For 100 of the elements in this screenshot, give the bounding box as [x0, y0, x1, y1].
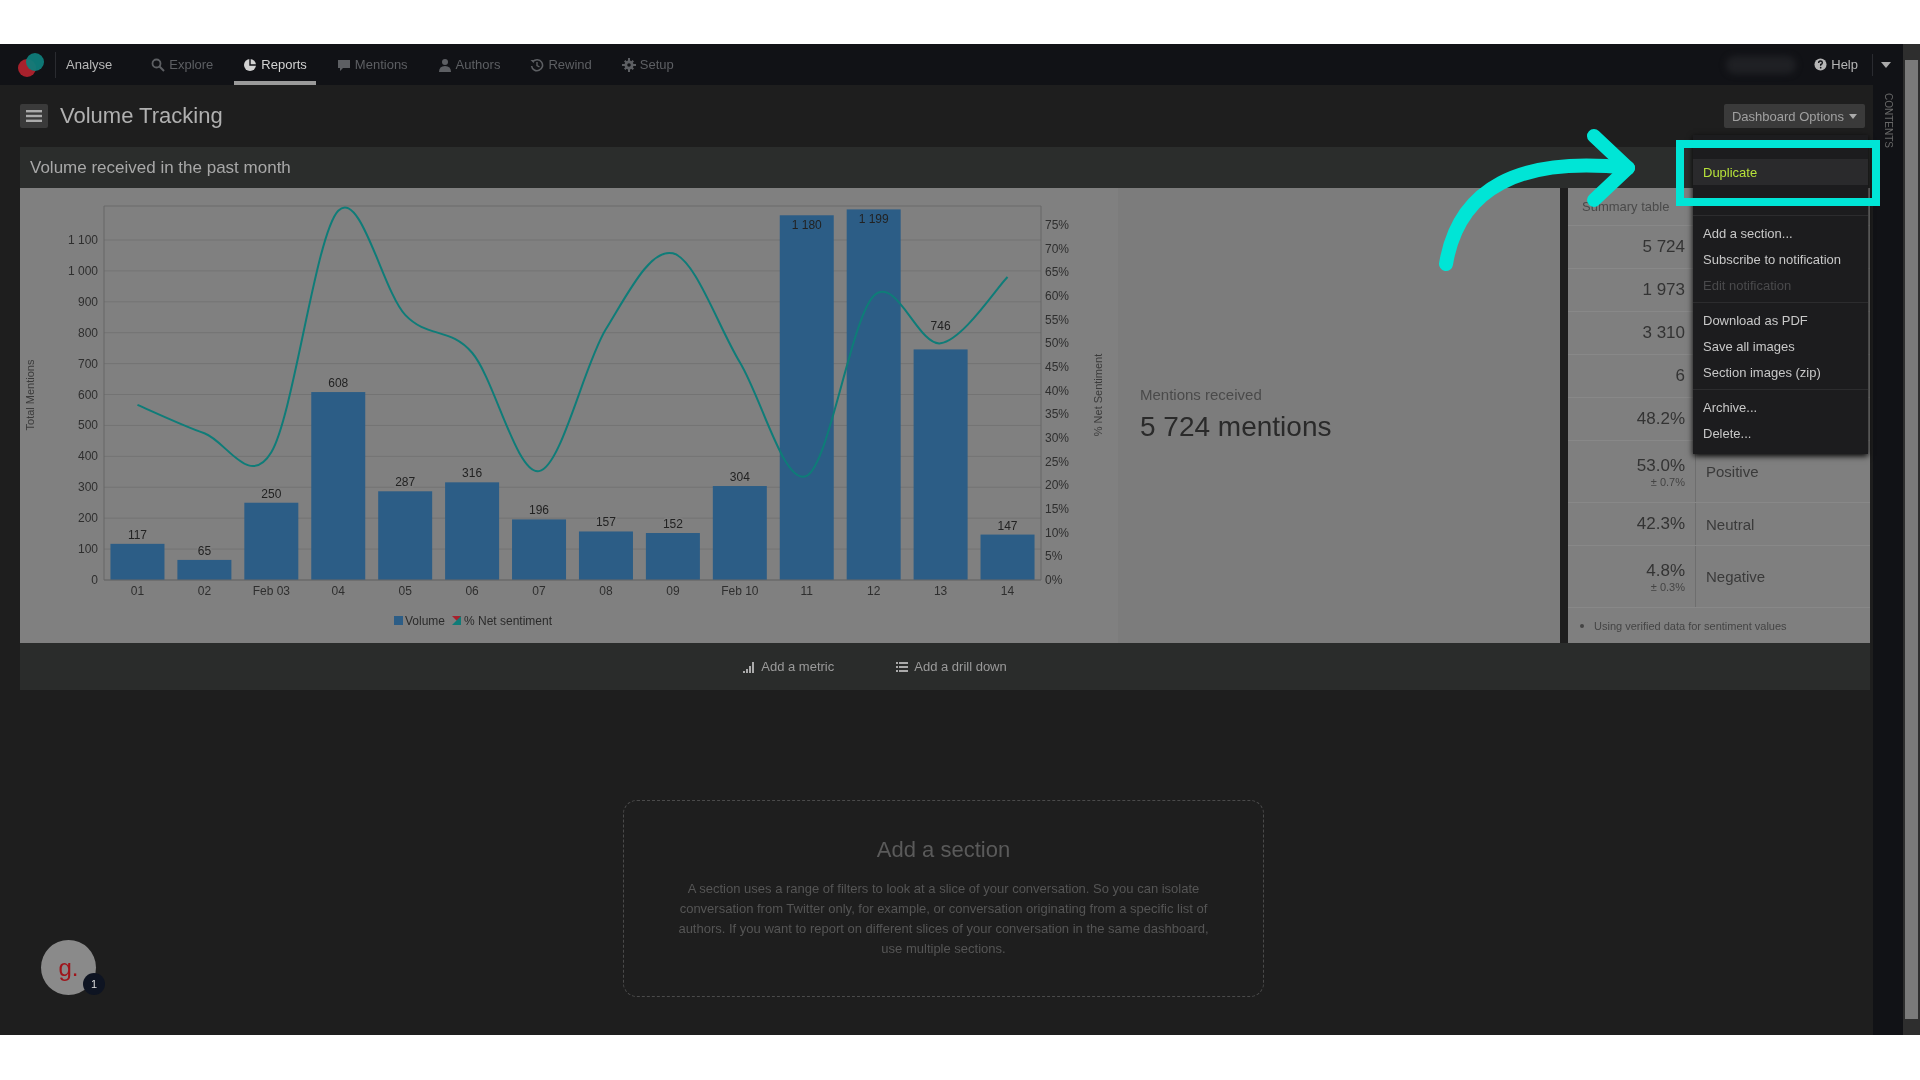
category-label: 08 [599, 584, 613, 598]
data-label: 117 [127, 527, 148, 542]
nav-tab[interactable]: Authors [428, 44, 510, 85]
table-cell: Neutral [1706, 515, 1755, 533]
avatar-initial: g. [58, 953, 79, 982]
tick-label: 1 000 [67, 263, 98, 278]
menu-icon [26, 110, 42, 122]
menu-item[interactable]: Duplicate [1693, 159, 1868, 185]
category-label: 12 [867, 584, 881, 598]
table-cell: 53.0% [1636, 455, 1685, 476]
margin-text: ± 0.7% [1650, 475, 1685, 488]
menu-item[interactable]: Save all images [1693, 333, 1868, 359]
caret-icon [1849, 113, 1857, 119]
legend-item[interactable]: % Net sentiment [452, 614, 553, 628]
section-title: Volume received in the past month [30, 157, 291, 178]
category-label: 02 [197, 584, 212, 598]
chart-bar [177, 559, 232, 580]
data-label: 152 [662, 517, 683, 531]
table-cell: 5 724 [1642, 237, 1685, 257]
footnote: Using verified data for sentiment values [1594, 620, 1787, 632]
tick-label: 200 [77, 511, 98, 526]
chart-bar [645, 533, 700, 580]
nav-tab[interactable]: Rewind [521, 44, 601, 85]
legend-item[interactable]: Volume [394, 614, 446, 628]
data-label: 1 199 [858, 212, 889, 227]
chart-bar [578, 531, 633, 580]
tick-label: 60% [1045, 288, 1070, 303]
pie-chart-icon [243, 57, 258, 72]
app-label: Analyse [66, 57, 113, 72]
tick-label: 10% [1045, 525, 1070, 540]
nav-tab[interactable]: Reports [234, 44, 316, 85]
tick-label: 15% [1045, 502, 1070, 516]
tick-label: 300 [77, 480, 98, 495]
data-label: 304 [729, 470, 750, 485]
tick-label: 20% [1045, 478, 1070, 493]
tick-label: 50% [1045, 336, 1070, 351]
dashboard-options-button[interactable]: Dashboard Options [1724, 104, 1865, 128]
add-button[interactable]: Add a drill down [890, 658, 1013, 675]
tick-label: 30% [1045, 430, 1070, 445]
nav-tab[interactable]: Mentions [327, 44, 417, 85]
margin-text: ± 0.3% [1650, 580, 1685, 593]
chart-bar [980, 534, 1035, 580]
data-label: 250 [261, 486, 282, 501]
category-label: 13 [933, 584, 948, 598]
category-label: 07 [532, 584, 546, 598]
category-label: 01 [130, 584, 145, 598]
menu-item[interactable]: Section images (zip) [1693, 359, 1868, 385]
data-label: 157 [595, 515, 616, 530]
menu-item[interactable]: Add a section... [1693, 220, 1868, 246]
search-icon [151, 57, 166, 72]
category-label: Feb 10 [721, 584, 759, 598]
tick-label: 35% [1045, 407, 1070, 422]
data-label: 65 [197, 543, 212, 558]
nav-tab[interactable]: Explore [142, 44, 223, 85]
data-label: 147 [997, 518, 1018, 533]
speech-bubble-icon [336, 57, 351, 72]
axis-title: % Net Sentiment [1092, 353, 1104, 437]
tick-label: 1 100 [67, 233, 98, 247]
help-button[interactable]: Help [1808, 56, 1864, 73]
metric-value: 5 724 mentions [1140, 411, 1333, 443]
category-label: 04 [331, 584, 345, 598]
caret-icon[interactable] [1881, 61, 1891, 68]
menu-item[interactable]: Delete... [1693, 420, 1868, 446]
tick-label: 500 [77, 418, 98, 433]
table-cell: 6 [1675, 366, 1685, 386]
table-cell: 48.2% [1636, 409, 1685, 429]
chart-bar [512, 519, 567, 580]
tick-label: 75% [1045, 217, 1070, 232]
table-cell: Negative [1706, 568, 1766, 585]
tick-label: 900 [77, 294, 98, 309]
table-cell: 4.8% [1646, 560, 1685, 581]
tick-label: 600 [77, 387, 98, 402]
category-label: 14 [1000, 584, 1015, 598]
tick-label: 45% [1045, 359, 1070, 374]
tick-label: 0 [91, 573, 98, 587]
category-label: 11 [800, 584, 813, 598]
menu-item[interactable]: Archive... [1693, 394, 1868, 420]
category-label: 06 [465, 584, 479, 598]
nav-tab[interactable]: Setup [612, 44, 683, 85]
menu-item[interactable]: Download as PDF [1693, 307, 1868, 333]
scrollbar[interactable] [1903, 44, 1920, 1035]
table-cell: 42.3% [1636, 514, 1685, 534]
contents-tab[interactable]: CONTENTS [1882, 93, 1894, 148]
gear-icon [621, 57, 636, 72]
page-title: Volume Tracking [60, 103, 223, 129]
data-label: 608 [328, 376, 349, 391]
menu-button[interactable] [20, 104, 48, 128]
logo-icon [17, 51, 45, 78]
tick-label: 700 [77, 356, 98, 371]
bar-signal-icon [743, 660, 756, 673]
tick-label: 70% [1045, 241, 1070, 256]
add-button[interactable]: Add a metric [737, 658, 841, 675]
data-label: 316 [462, 466, 483, 481]
category-label: 09 [666, 584, 680, 598]
category-label: Feb 03 [252, 584, 290, 598]
chart-bar [110, 543, 165, 580]
tick-label: 55% [1045, 312, 1070, 327]
menu-item[interactable]: Subscribe to notification [1693, 246, 1868, 272]
table-cell: Positive [1706, 463, 1759, 480]
tick-label: 25% [1045, 454, 1070, 469]
